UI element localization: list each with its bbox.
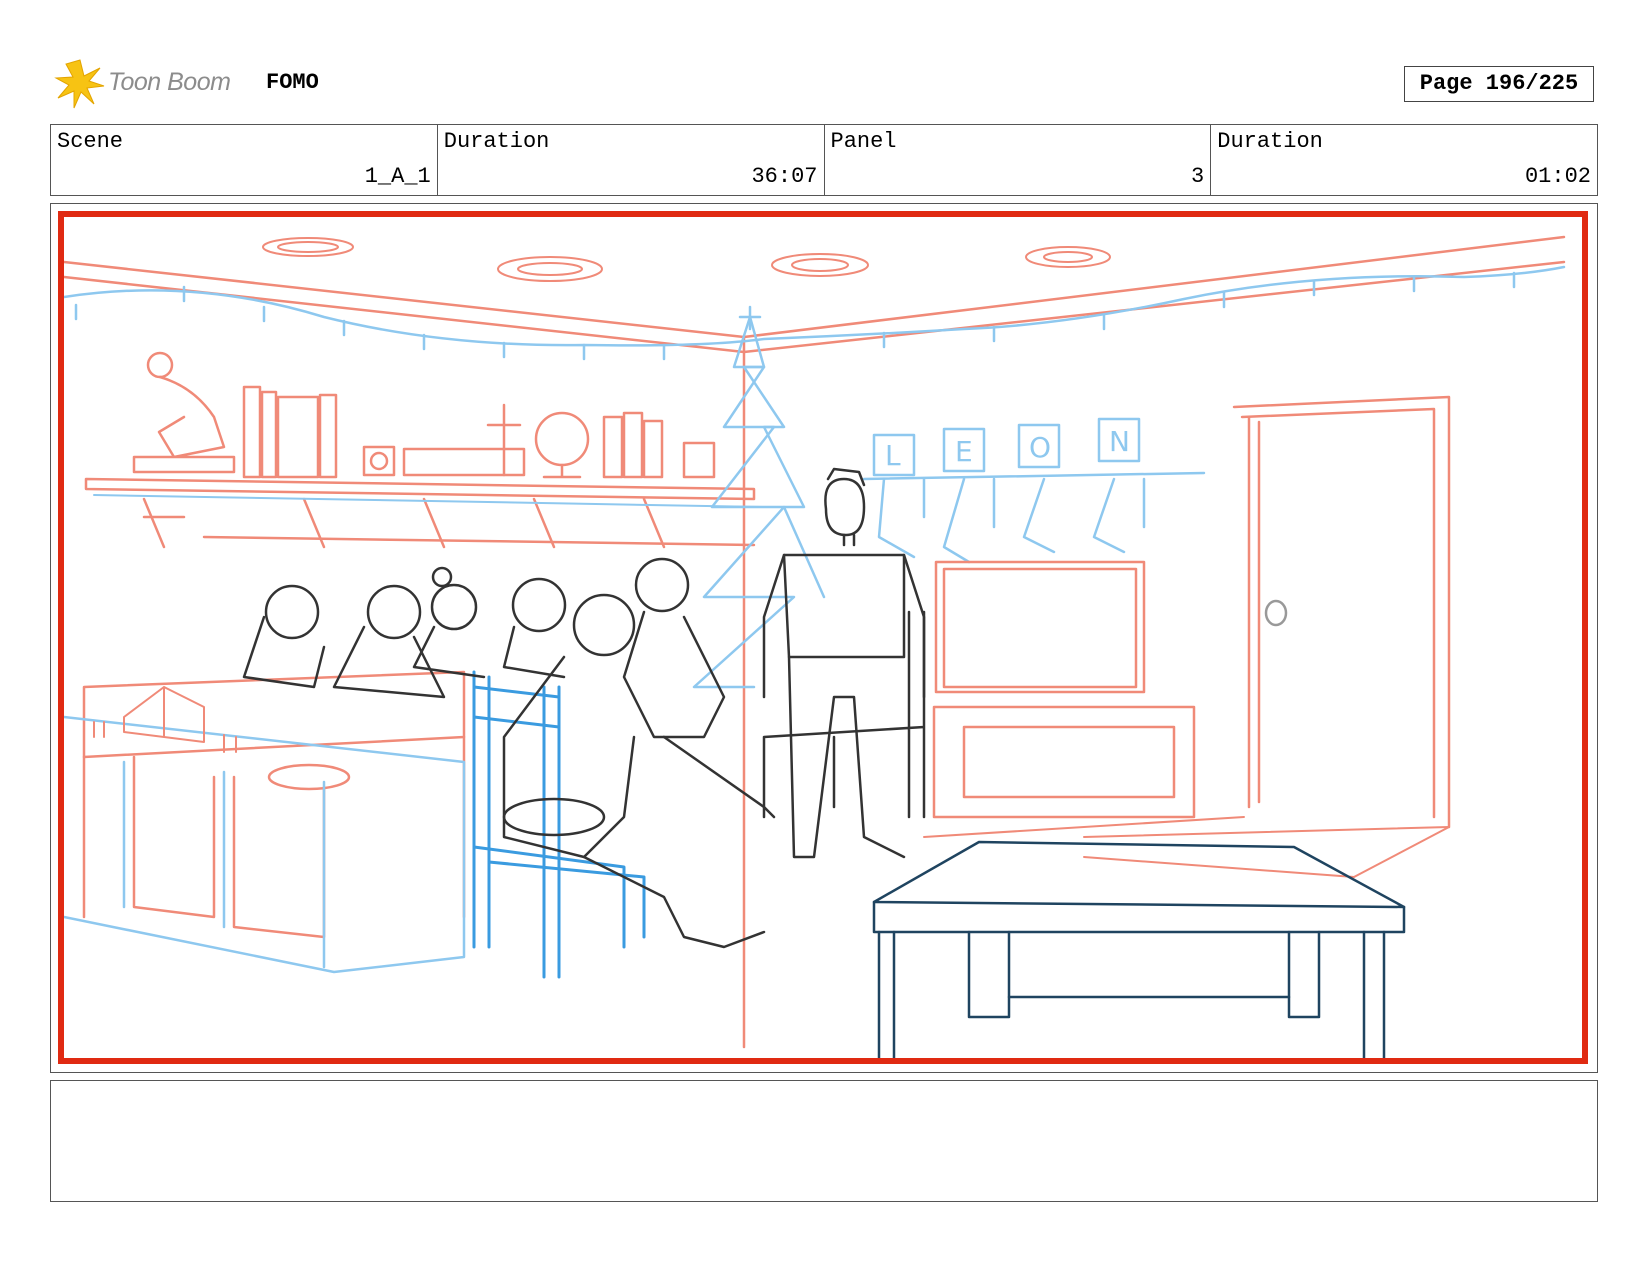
panel-label: Panel — [830, 129, 897, 154]
block-letter-o: O — [1029, 431, 1051, 464]
block-letter-e: E — [955, 435, 973, 468]
storyboard-sketch: L E O N — [58, 211, 1588, 1064]
panel-duration-value: 01:02 — [1524, 164, 1591, 189]
starburst-icon — [54, 59, 105, 109]
nativity-scene — [83, 686, 237, 753]
shelf-items — [242, 385, 716, 479]
letter-blocks: L E O N — [862, 417, 1206, 481]
statue — [132, 351, 236, 474]
panel-value: 3 — [1191, 164, 1205, 189]
project-title: FOMO — [266, 70, 319, 95]
scene-duration-label: Duration — [443, 129, 550, 154]
floor-lines — [923, 816, 1450, 878]
notes-box — [50, 1080, 1598, 1202]
panel-duration-label: Duration — [1217, 129, 1323, 154]
logo-text: Toon Boom — [108, 68, 231, 96]
tv-stand — [932, 560, 1196, 819]
block-letter-n: N — [1109, 425, 1130, 458]
panel-frame: L E O N — [50, 203, 1598, 1073]
scene-duration-value: 36:07 — [751, 164, 818, 189]
wall-shelf — [84, 477, 756, 549]
blue-chair — [472, 670, 646, 979]
page-indicator: Page 196/225 — [1404, 66, 1594, 102]
block-letter-l: L — [885, 439, 901, 472]
scene-label: Scene — [57, 129, 124, 154]
toon-boom-logo: Toon Boom — [54, 56, 254, 112]
christmas-tree — [692, 305, 826, 689]
panel-cell: Panel 3 — [825, 125, 1212, 195]
ceiling-lines — [64, 235, 1566, 1049]
header: Toon Boom FOMO — [54, 56, 1604, 112]
info-bar: Scene 1_A_1 Duration 36:07 Panel 3 Durat… — [50, 124, 1598, 196]
scene-duration-cell: Duration 36:07 — [438, 125, 825, 195]
standing-man — [762, 467, 926, 859]
scene-value: 1_A_1 — [364, 164, 431, 189]
panel-duration-cell: Duration 01:02 — [1211, 125, 1597, 195]
door — [1232, 395, 1451, 829]
scene-cell: Scene 1_A_1 — [51, 125, 438, 195]
stockings — [877, 477, 1146, 564]
ceiling-lights — [262, 237, 1111, 282]
kitchen-counter — [82, 670, 466, 939]
